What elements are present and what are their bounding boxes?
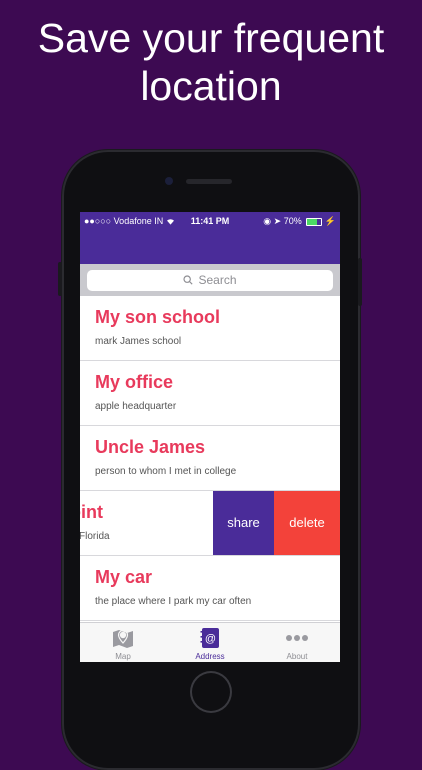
more-dots-icon [286,635,308,641]
phone-power-button [358,258,362,306]
address-name: My car [95,567,153,587]
address-row-content: My office apple headquarter [95,361,340,425]
address-row[interactable]: Uncle James person to whom I met in coll… [80,426,340,491]
navigation-bar [80,230,340,264]
earpiece [186,179,232,184]
address-description: mark James school [95,336,182,347]
address-name: point [80,502,103,522]
front-camera [165,177,173,185]
search-input[interactable]: Search [87,270,333,291]
status-right: ◉ ➤ 70% ⚡ [263,212,336,230]
charging-icon: ⚡ [324,216,336,226]
promo-headline: Save your frequent location [0,14,422,110]
search-placeholder: Search [198,273,237,287]
location-arrow-icon: ➤ [273,216,282,226]
app-screen: ●●○○○ Vodafone IN 11:41 PM ◉ ➤ 70% ⚡ Sea… [80,212,340,662]
battery-percent: 70% [283,216,302,226]
address-row[interactable]: My son school mark James school [80,296,340,361]
address-row[interactable]: My car the place where I park my car oft… [80,556,340,621]
phone-volume-button [58,262,62,296]
address-row-content: My car the place where I park my car oft… [95,556,340,620]
tab-about[interactable]: About [254,623,340,662]
headline-line-2: location [140,63,282,109]
address-name: My son school [95,307,221,327]
tab-about-label: About [286,652,308,661]
address-list: My son school mark James school My offic… [80,296,340,621]
address-row[interactable]: My office apple headquarter [80,361,340,426]
tab-address-label: Address [195,652,225,661]
address-description: person to whom I met in college [95,466,237,477]
svg-text:@: @ [205,633,216,645]
tab-address[interactable]: @ Address [167,623,253,662]
map-icon [113,629,133,648]
address-name: My office [95,372,174,392]
headline-line-1: Save your frequent [37,15,385,61]
tab-map-label: Map [115,652,131,661]
address-description: the place where I park my car often [95,596,252,607]
address-description: Florida [80,531,110,542]
address-row-content: Uncle James person to whom I met in coll… [95,426,340,490]
lock-rotation-icon: ◉ [263,216,272,226]
tab-bar: Map @ Address About [80,622,340,662]
home-button [190,671,232,713]
address-description: apple headquarter [95,401,177,412]
share-button[interactable]: share [213,491,274,555]
delete-button[interactable]: delete [274,491,340,555]
address-row-swiped[interactable]: point Florida share delete [80,491,340,556]
status-bar: ●●○○○ Vodafone IN 11:41 PM ◉ ➤ 70% ⚡ [80,212,340,230]
battery-icon [306,217,323,226]
address-book-icon: @ [200,628,219,648]
search-bar: Search [80,264,340,296]
address-row-content: point Florida [80,491,194,555]
tab-map[interactable]: Map [80,623,166,662]
search-icon [183,275,194,285]
address-row-content: My son school mark James school [95,296,340,360]
address-name: Uncle James [95,437,206,457]
